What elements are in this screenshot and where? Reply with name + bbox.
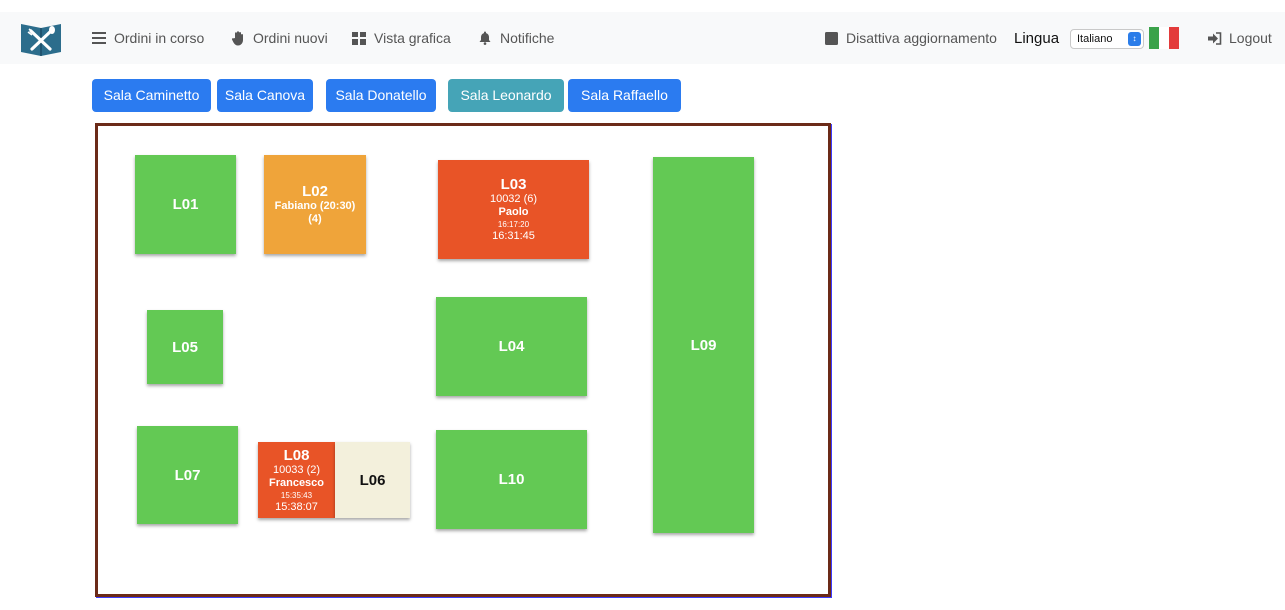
table-number: L09	[690, 336, 717, 354]
reservation-name: Fabiano (20:30)	[274, 200, 356, 212]
table-number: L06	[359, 471, 386, 489]
refresh-toggle-label: Disattiva aggiornamento	[846, 30, 997, 46]
hand-icon	[230, 30, 246, 46]
language-label: Lingua	[1014, 30, 1060, 47]
nav-label: Vista grafica	[374, 30, 451, 46]
waiter-name: Francesco	[268, 476, 325, 489]
logout-button[interactable]: Logout	[1206, 30, 1272, 46]
sign-out-icon	[1206, 30, 1222, 46]
grid-icon	[351, 30, 367, 46]
table-l07[interactable]: L07	[137, 426, 238, 524]
square-icon	[823, 30, 839, 46]
table-number: L01	[172, 196, 199, 213]
nav-ordini-in-corso[interactable]: Ordini in corso	[91, 30, 204, 46]
nav-label: Ordini nuovi	[253, 30, 328, 46]
language-select[interactable]: Italiano ↕	[1070, 29, 1144, 49]
tab-sala-leonardo[interactable]: Sala Leonardo	[448, 79, 564, 112]
tab-sala-raffaello[interactable]: Sala Raffaello	[568, 79, 681, 112]
table-l10[interactable]: L10	[436, 430, 587, 529]
select-arrows-icon: ↕	[1128, 32, 1141, 46]
table-number: L04	[498, 338, 525, 355]
nav-vista-grafica[interactable]: Vista grafica	[351, 30, 451, 46]
order-last-update: 16:31:45	[492, 230, 535, 242]
nav-ordini-nuovi[interactable]: Ordini nuovi	[230, 30, 328, 46]
restaurant-logo-icon[interactable]	[19, 20, 63, 56]
nav-label: Notifiche	[500, 30, 555, 46]
guest-count: (4)	[308, 213, 322, 225]
table-number: L10	[498, 471, 525, 488]
order-opened-time: 15:35:43	[280, 490, 313, 500]
table-number: L07	[174, 466, 201, 484]
table-l01[interactable]: L01	[135, 155, 236, 254]
order-number: 10033 (2)	[272, 463, 321, 476]
disable-refresh-toggle[interactable]: Disattiva aggiornamento	[823, 30, 997, 46]
table-l06[interactable]: L06	[335, 442, 410, 518]
tab-sala-canova[interactable]: Sala Canova	[217, 79, 313, 112]
nav-notifiche[interactable]: Notifiche	[477, 30, 554, 46]
top-navbar: Ordini in corso Ordini nuovi Vista grafi…	[0, 12, 1285, 64]
language-select-value: Italiano	[1077, 33, 1113, 45]
order-number: 10032 (6)	[489, 193, 538, 205]
table-l04[interactable]: L04	[436, 297, 587, 396]
table-l03[interactable]: L03 10032 (6) Paolo 16:17:20 16:31:45	[438, 160, 589, 259]
bell-icon	[477, 30, 493, 46]
logout-label: Logout	[1229, 30, 1272, 46]
nav-label: Ordini in corso	[114, 30, 205, 46]
table-number: L05	[172, 338, 198, 356]
order-last-update: 15:38:07	[275, 500, 318, 513]
table-number: L08	[283, 446, 310, 464]
table-number: L03	[500, 176, 527, 193]
table-l02[interactable]: L02 Fabiano (20:30) (4)	[264, 155, 366, 254]
tab-sala-donatello[interactable]: Sala Donatello	[326, 79, 436, 112]
order-opened-time: 16:17:20	[497, 220, 530, 229]
table-l08[interactable]: L08 10033 (2) Francesco 15:35:43 15:38:0…	[258, 442, 335, 518]
waiter-name: Paolo	[498, 206, 529, 218]
table-l05[interactable]: L05	[147, 310, 223, 384]
list-icon	[91, 30, 107, 46]
table-l09[interactable]: L09	[653, 157, 754, 533]
italian-flag-icon	[1149, 27, 1179, 49]
tab-sala-caminetto[interactable]: Sala Caminetto	[92, 79, 211, 112]
table-number: L02	[302, 183, 328, 200]
room-floor-plan: L01 L02 Fabiano (20:30) (4) L03 10032 (6…	[95, 123, 831, 597]
